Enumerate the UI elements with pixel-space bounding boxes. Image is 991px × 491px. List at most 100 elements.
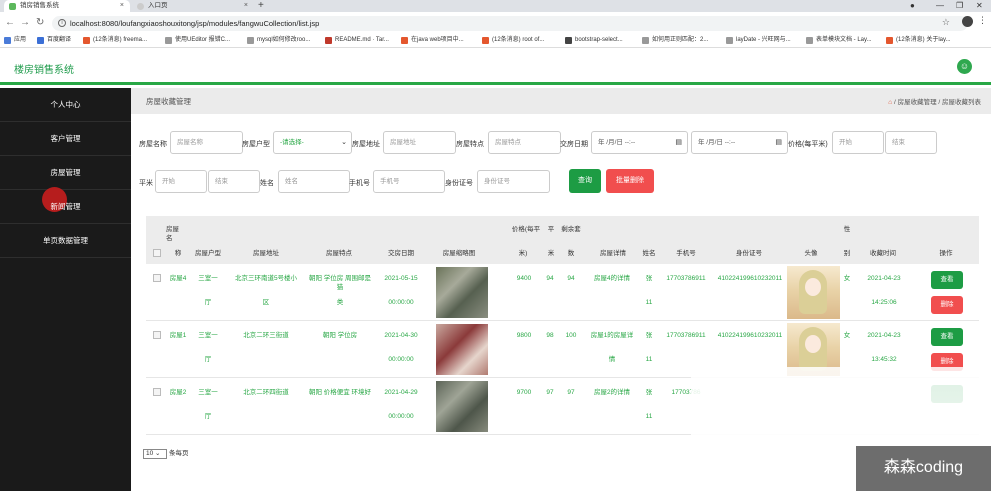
cell-id-card: 410224199610232011 xyxy=(717,275,783,282)
table-row: 房屋4 三室一 厅 北京三环南道5号楼小 区 朝阳 学位房 周围邮是猫 类 20… xyxy=(146,264,979,321)
browser-profile-icon[interactable] xyxy=(962,16,973,27)
house-thumbnail[interactable] xyxy=(436,267,488,318)
house-feature-input[interactable]: 房屋特点 xyxy=(488,131,561,154)
price-start-input[interactable]: 开始 xyxy=(832,131,884,154)
browser-tab[interactable]: 入口页 × xyxy=(132,0,254,12)
view-button[interactable]: 查看 xyxy=(931,271,963,289)
bulk-delete-button[interactable]: 批量删除 xyxy=(606,169,654,193)
house-name-input[interactable]: 房屋名称 xyxy=(170,131,243,154)
header-person-name: 姓名 xyxy=(642,250,656,257)
minimize-icon[interactable]: — xyxy=(936,0,944,12)
bookmark-item[interactable]: bootstrap-select... xyxy=(565,36,623,45)
filter-label-name: 姓名 xyxy=(260,180,274,187)
info-icon[interactable]: i xyxy=(58,19,66,27)
tab-label: 入口页 xyxy=(148,2,168,9)
row-checkbox[interactable] xyxy=(153,274,161,282)
phone-input[interactable]: 手机号 xyxy=(373,170,445,193)
sidebar-item-personal-center[interactable]: 个人中心 xyxy=(0,88,131,122)
header-house-feature: 房屋特点 xyxy=(326,250,352,257)
cell-house-detail: 房屋1的房屋详 xyxy=(590,332,634,339)
cell-gender: 女 xyxy=(843,332,851,339)
window-close-icon[interactable]: ✕ xyxy=(976,0,983,12)
cell-price: 9800 xyxy=(516,332,532,339)
house-thumbnail[interactable] xyxy=(436,381,488,432)
delivery-date-end-input[interactable]: 年 /月/日 --:-- ▤ xyxy=(691,131,788,154)
calendar-icon[interactable]: ▤ xyxy=(775,132,782,153)
sidebar-item-page-data-management[interactable]: 单页数据管理 xyxy=(0,224,131,258)
reload-icon[interactable]: ↻ xyxy=(36,17,44,29)
bookmark-item[interactable]: (12条消息) 关于lay... xyxy=(886,36,951,45)
home-icon[interactable]: ⌂ xyxy=(888,99,892,106)
header-gender-cont: 别 xyxy=(843,250,851,257)
calendar-icon[interactable]: ▤ xyxy=(675,132,682,153)
header-price: 价格(每平 xyxy=(511,226,541,233)
new-tab-button[interactable]: + xyxy=(258,0,264,11)
forward-icon[interactable]: → xyxy=(20,17,30,29)
header-phone: 手机号 xyxy=(676,250,696,257)
page-size-suffix: 条每页 xyxy=(169,450,189,457)
house-type-select[interactable]: -请选择- ⌄ xyxy=(273,131,352,154)
cell-house-name[interactable]: 房屋2 xyxy=(166,388,190,397)
cell-person-name: 张 xyxy=(645,275,653,282)
cell-house-feature: 朝阳 学位房 周围邮是猫 xyxy=(308,275,372,291)
user-icon[interactable]: ☺ xyxy=(957,59,972,74)
filter-label-house-address: 房屋地址 xyxy=(352,141,380,148)
cell-favorite-time: 14:25:06 xyxy=(871,299,897,306)
cell-remaining: 97 xyxy=(567,389,575,396)
cell-house-type: 三室一 xyxy=(198,275,218,282)
house-thumbnail[interactable] xyxy=(436,324,488,375)
cell-house-name[interactable]: 房屋1 xyxy=(166,331,190,340)
filter-label-delivery-date: 交房日期 xyxy=(560,141,588,148)
bookmark-item[interactable]: (12条消息) root of... xyxy=(482,36,544,45)
cell-delivery-time: 00:00:00 xyxy=(388,356,414,363)
bookmark-item[interactable]: 在java web项目中... xyxy=(401,36,464,45)
query-button[interactable]: 查询 xyxy=(569,169,601,193)
bookmark-favicon-icon xyxy=(247,37,254,44)
delete-button[interactable]: 删除 xyxy=(931,296,963,314)
tab-close-icon[interactable]: × xyxy=(120,0,124,12)
header-house-name-cont: 称 xyxy=(174,250,182,257)
tab-favicon-icon xyxy=(9,3,16,10)
sidebar-item-customer-management[interactable]: 客户管理 xyxy=(0,122,131,156)
view-button[interactable]: 查看 xyxy=(931,328,963,346)
cell-house-detail: 房屋2的详情 xyxy=(593,389,631,396)
sidebar-item-house-management[interactable]: 房屋管理 xyxy=(0,156,131,190)
profile-indicator-icon[interactable]: ● xyxy=(910,0,915,12)
back-icon[interactable]: ← xyxy=(5,17,15,29)
cell-delivery-date: 2021-04-30 xyxy=(384,332,418,339)
bookmark-item[interactable]: 使用UEditor 报错C... xyxy=(165,36,230,45)
browser-tab-active[interactable]: 销房销售系统 × xyxy=(4,0,130,12)
delivery-date-start-input[interactable]: 年 /月/日 --:-- ▤ xyxy=(591,131,688,154)
area-start-input[interactable]: 开始 xyxy=(155,170,207,193)
bookmark-item[interactable]: 百度翻译 xyxy=(37,36,71,45)
name-input[interactable]: 姓名 xyxy=(278,170,350,193)
house-address-input[interactable]: 房屋地址 xyxy=(383,131,456,154)
bookmark-item[interactable]: mysql如何修改roo... xyxy=(247,36,310,45)
bookmark-item[interactable]: 表单模块文档 - Lay... xyxy=(806,36,872,45)
id-card-input[interactable]: 身份证号 xyxy=(477,170,550,193)
page-size-select[interactable]: 10 ⌄ xyxy=(143,449,167,459)
row-checkbox[interactable] xyxy=(153,331,161,339)
bookmark-item[interactable]: README.md · Tar... xyxy=(325,36,389,45)
tab-close-icon[interactable]: × xyxy=(244,0,248,12)
select-all-checkbox[interactable] xyxy=(153,249,161,257)
area-end-input[interactable]: 结束 xyxy=(208,170,260,193)
price-end-input[interactable]: 结束 xyxy=(885,131,937,154)
bookmark-star-icon[interactable]: ☆ xyxy=(942,17,950,28)
cell-price: 9400 xyxy=(516,275,532,282)
cell-phone: 17703786911 xyxy=(666,275,706,282)
app-title: 楼房销售系统 xyxy=(14,65,74,76)
sidebar-item-news-management[interactable]: 新闻管理 xyxy=(0,190,131,224)
url-field[interactable]: i localhost:8080/loufangxiaoshouxitong/j… xyxy=(52,16,968,31)
breadcrumb-item[interactable]: 房屋收藏管理 xyxy=(898,99,937,106)
cell-house-type-cont: 厅 xyxy=(204,356,212,363)
bookmark-favicon-icon xyxy=(565,37,572,44)
browser-menu-icon[interactable]: ⋮ xyxy=(978,15,987,26)
bookmark-item[interactable]: (12条消息) freema... xyxy=(83,36,147,45)
cell-house-name[interactable]: 房屋4 xyxy=(166,274,190,283)
bookmark-item[interactable]: 应用 xyxy=(4,36,26,45)
bookmark-item[interactable]: 如何用正则匹配：2... xyxy=(642,36,708,45)
bookmark-item[interactable]: layDate - 兴旺网与... xyxy=(726,36,791,45)
restore-icon[interactable]: ❐ xyxy=(956,0,963,12)
row-checkbox[interactable] xyxy=(153,388,161,396)
